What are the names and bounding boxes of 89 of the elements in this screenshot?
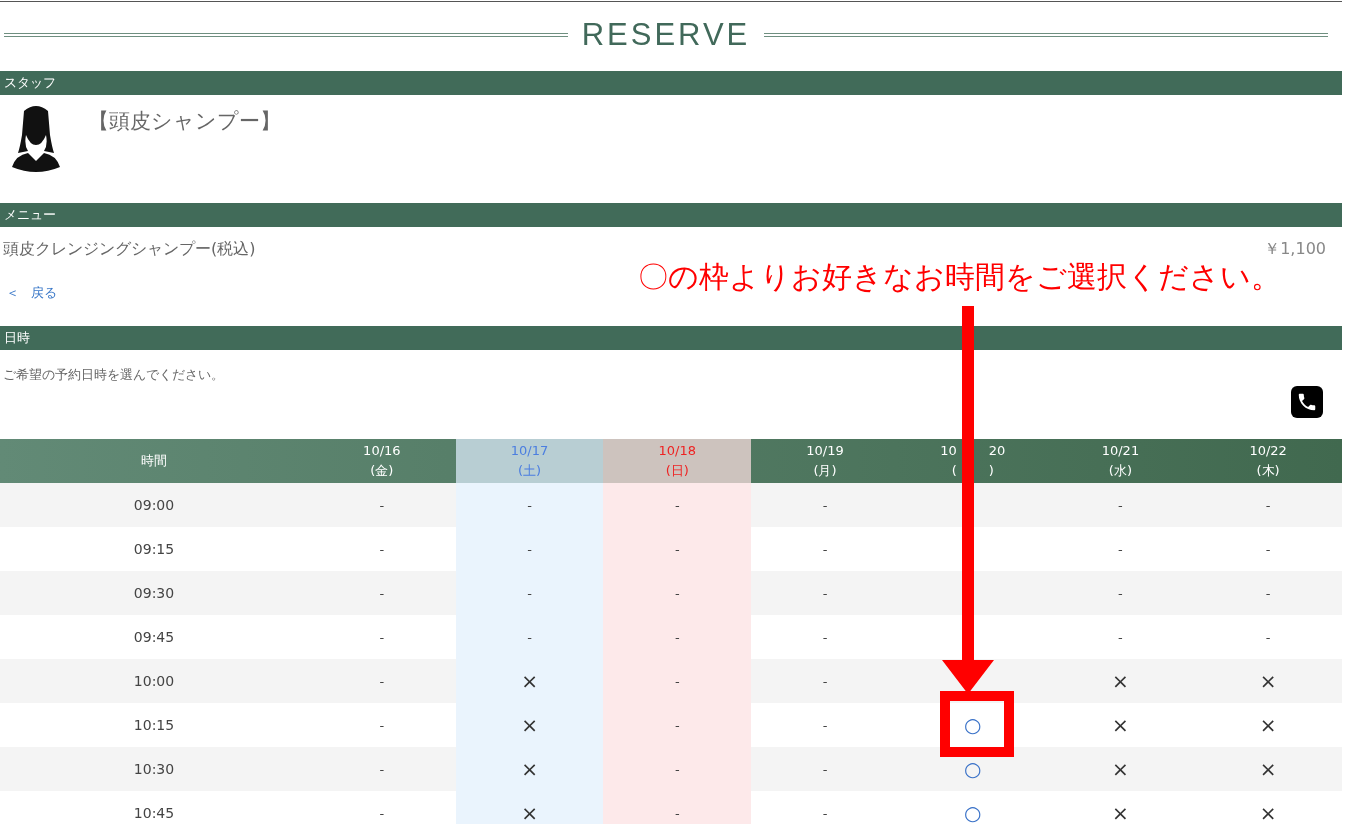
date-label: 20 — [988, 442, 1006, 460]
dash-mark: - — [379, 541, 385, 557]
date-label: 10/19 — [806, 442, 844, 460]
dash-mark: - — [822, 717, 828, 733]
dash-mark: - — [527, 629, 532, 645]
dash-mark: - — [379, 717, 385, 733]
cross-mark: × — [1112, 801, 1129, 824]
time-label: 10:00 — [133, 673, 175, 689]
dash-mark: - — [379, 673, 385, 689]
dash-mark: - — [379, 497, 385, 513]
dash-mark: - — [379, 629, 385, 645]
annotation-text: 〇の枠よりお好きなお時間をご選択ください。 — [638, 258, 1281, 296]
cross-mark: × — [1259, 757, 1277, 781]
cross-mark: × — [521, 713, 538, 737]
dash-mark: - — [1265, 497, 1271, 513]
weekday-label: (金) — [370, 462, 394, 480]
cross-mark: × — [1112, 757, 1129, 781]
dash-mark: - — [822, 585, 828, 601]
dash-mark: - — [379, 805, 385, 821]
dash-mark: - — [1118, 497, 1123, 513]
back-icon: ＜ — [6, 284, 19, 302]
cross-mark: × — [1259, 713, 1277, 737]
date-label: 10/18 — [658, 442, 696, 460]
date-label: 10/21 — [1101, 442, 1140, 460]
dash-mark: - — [379, 761, 385, 777]
section-heading: メニュー — [0, 203, 1342, 227]
weekday-label: (水) — [1108, 462, 1132, 480]
dash-mark: - — [1118, 629, 1123, 645]
page-title: RESERVE — [581, 17, 751, 53]
time-label: 09:45 — [133, 629, 175, 645]
menu-price: ￥1,100 — [1264, 239, 1326, 260]
time-label: 09:00 — [133, 497, 175, 513]
dash-mark: - — [822, 805, 828, 821]
menu-item-name: 頭皮クレンジングシャンプー(税込) — [3, 239, 256, 260]
dash-mark: - — [1265, 541, 1271, 557]
column-heading: 時間 — [140, 452, 168, 470]
dash-mark: - — [1118, 585, 1123, 601]
dash-mark: - — [674, 541, 680, 557]
time-label: 10:45 — [133, 805, 175, 821]
weekday-label: ( — [951, 462, 957, 480]
dash-mark: - — [1118, 541, 1123, 557]
cross-mark: × — [1112, 669, 1129, 693]
back-link[interactable]: ＜ 戻る — [0, 284, 57, 302]
dash-mark: - — [822, 541, 828, 557]
dash-mark: - — [674, 673, 680, 689]
dash-mark: - — [822, 673, 828, 689]
dash-mark: - — [1265, 629, 1271, 645]
dash-mark: - — [527, 541, 532, 557]
circle-mark[interactable]: ○ — [963, 803, 982, 823]
dash-mark: - — [822, 497, 828, 513]
date-label: 10/17 — [510, 442, 549, 460]
dash-mark: - — [379, 585, 385, 601]
date-label: 10/22 — [1249, 442, 1287, 460]
description-text: ご希望の予約日時を選んでください。 — [2, 366, 225, 384]
section-heading: 日時 — [0, 326, 1342, 350]
dash-mark: - — [674, 805, 680, 821]
dash-mark: - — [674, 761, 680, 777]
dash-mark: - — [674, 497, 680, 513]
weekday-label: (日) — [665, 462, 689, 480]
staff-name: 【頭皮シャンプー】 — [88, 108, 281, 135]
time-label: 09:15 — [133, 541, 175, 557]
weekday-label: (木) — [1256, 462, 1280, 480]
dash-mark: - — [822, 629, 828, 645]
time-label: 09:30 — [133, 585, 175, 601]
weekday-label: (土) — [518, 462, 542, 480]
cross-mark: × — [521, 757, 538, 781]
circle-mark[interactable]: ○ — [963, 759, 982, 779]
date-label: 10 — [940, 442, 957, 460]
dash-mark: - — [822, 761, 828, 777]
dash-mark: - — [1265, 585, 1271, 601]
dash-mark: - — [674, 585, 680, 601]
cross-mark: × — [521, 669, 538, 693]
time-label: 10:15 — [133, 717, 175, 733]
cross-mark: × — [1259, 801, 1277, 824]
time-label: 10:30 — [133, 761, 175, 777]
dash-mark: - — [674, 717, 680, 733]
dash-mark: - — [674, 629, 680, 645]
dash-mark: - — [527, 585, 532, 601]
circle-mark[interactable]: ○ — [963, 715, 982, 735]
cross-mark: × — [1112, 713, 1129, 737]
weekday-label: (月) — [813, 462, 837, 480]
section-heading: スタッフ — [0, 71, 1342, 95]
cross-mark: × — [521, 801, 538, 824]
phone-icon[interactable] — [1291, 386, 1323, 418]
cross-mark: × — [1259, 669, 1277, 693]
dash-mark: - — [527, 497, 532, 513]
weekday-label: ) — [988, 462, 994, 480]
date-label: 10/16 — [363, 442, 401, 460]
avatar-icon — [12, 105, 60, 173]
